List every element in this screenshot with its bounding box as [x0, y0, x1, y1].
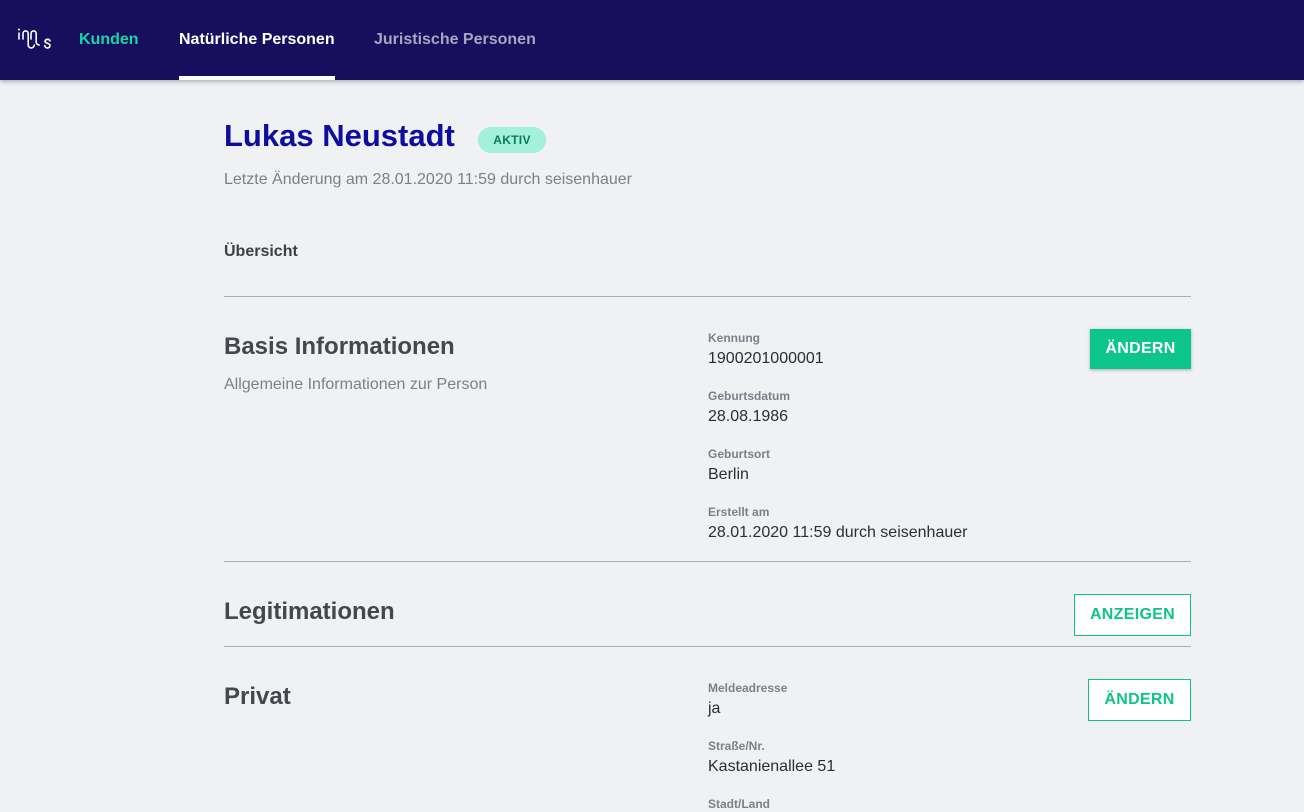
field-erstellt-am: Erstellt am 28.01.2020 11:59 durch seise…: [708, 504, 1068, 543]
status-badge: AKTIV: [478, 127, 546, 153]
field-value: 1900201000001: [708, 350, 824, 367]
section-subtitle-basis-informationen: Allgemeine Informationen zur Person: [224, 376, 488, 393]
person-name-title: Lukas Neustadt: [224, 118, 455, 153]
innos-logo[interactable]: [16, 24, 56, 56]
legitimationen-anzeigen-button[interactable]: ANZEIGEN: [1074, 594, 1191, 636]
nav-tab-kunden[interactable]: Kunden: [79, 0, 139, 80]
field-value: Kastanienallee 51: [708, 758, 836, 775]
divider: [224, 561, 1191, 562]
field-value: 28.01.2020 11:59 durch seisenhauer: [708, 524, 968, 541]
field-kennung: Kennung 1900201000001: [708, 330, 1068, 369]
section-title-basis-informationen: Basis Informationen: [224, 333, 455, 360]
field-stadt-land: Stadt/Land: [708, 796, 1068, 812]
last-change-info: Letzte Änderung am 28.01.2020 11:59 durc…: [224, 171, 632, 188]
field-label: Erstellt am: [708, 505, 770, 519]
privat-aendern-button[interactable]: ÄNDERN: [1088, 679, 1191, 721]
field-value: ja: [708, 700, 721, 717]
divider: [224, 646, 1191, 647]
field-label: Geburtsort: [708, 447, 771, 461]
field-label: Straße/Nr.: [708, 739, 765, 753]
field-value: Berlin: [708, 466, 749, 483]
field-meldeadresse: Meldeadresse ja: [708, 680, 1068, 719]
field-label: Kennung: [708, 331, 760, 345]
overview-label: Übersicht: [224, 243, 298, 260]
field-strasse-nr: Straße/Nr. Kastanienallee 51: [708, 738, 1068, 777]
nav-tab-juristische-personen[interactable]: Juristische Personen: [374, 0, 536, 80]
section-title-legitimationen: Legitimationen: [224, 598, 395, 625]
field-label: Meldeadresse: [708, 681, 788, 695]
nav-tab-natuerliche-personen[interactable]: Natürliche Personen: [179, 0, 335, 80]
field-value: 28.08.1986: [708, 408, 789, 425]
section-title-privat: Privat: [224, 683, 291, 710]
field-geburtsort: Geburtsort Berlin: [708, 446, 1068, 485]
field-label: Stadt/Land: [708, 797, 770, 811]
field-geburtsdatum: Geburtsdatum 28.08.1986: [708, 388, 1068, 427]
divider: [224, 296, 1191, 297]
top-navigation-bar: Kunden Natürliche Personen Juristische P…: [0, 0, 1304, 80]
field-label: Geburtsdatum: [708, 389, 791, 403]
innos-logo-icon: [18, 28, 51, 49]
basis-aendern-button[interactable]: ÄNDERN: [1090, 329, 1191, 369]
